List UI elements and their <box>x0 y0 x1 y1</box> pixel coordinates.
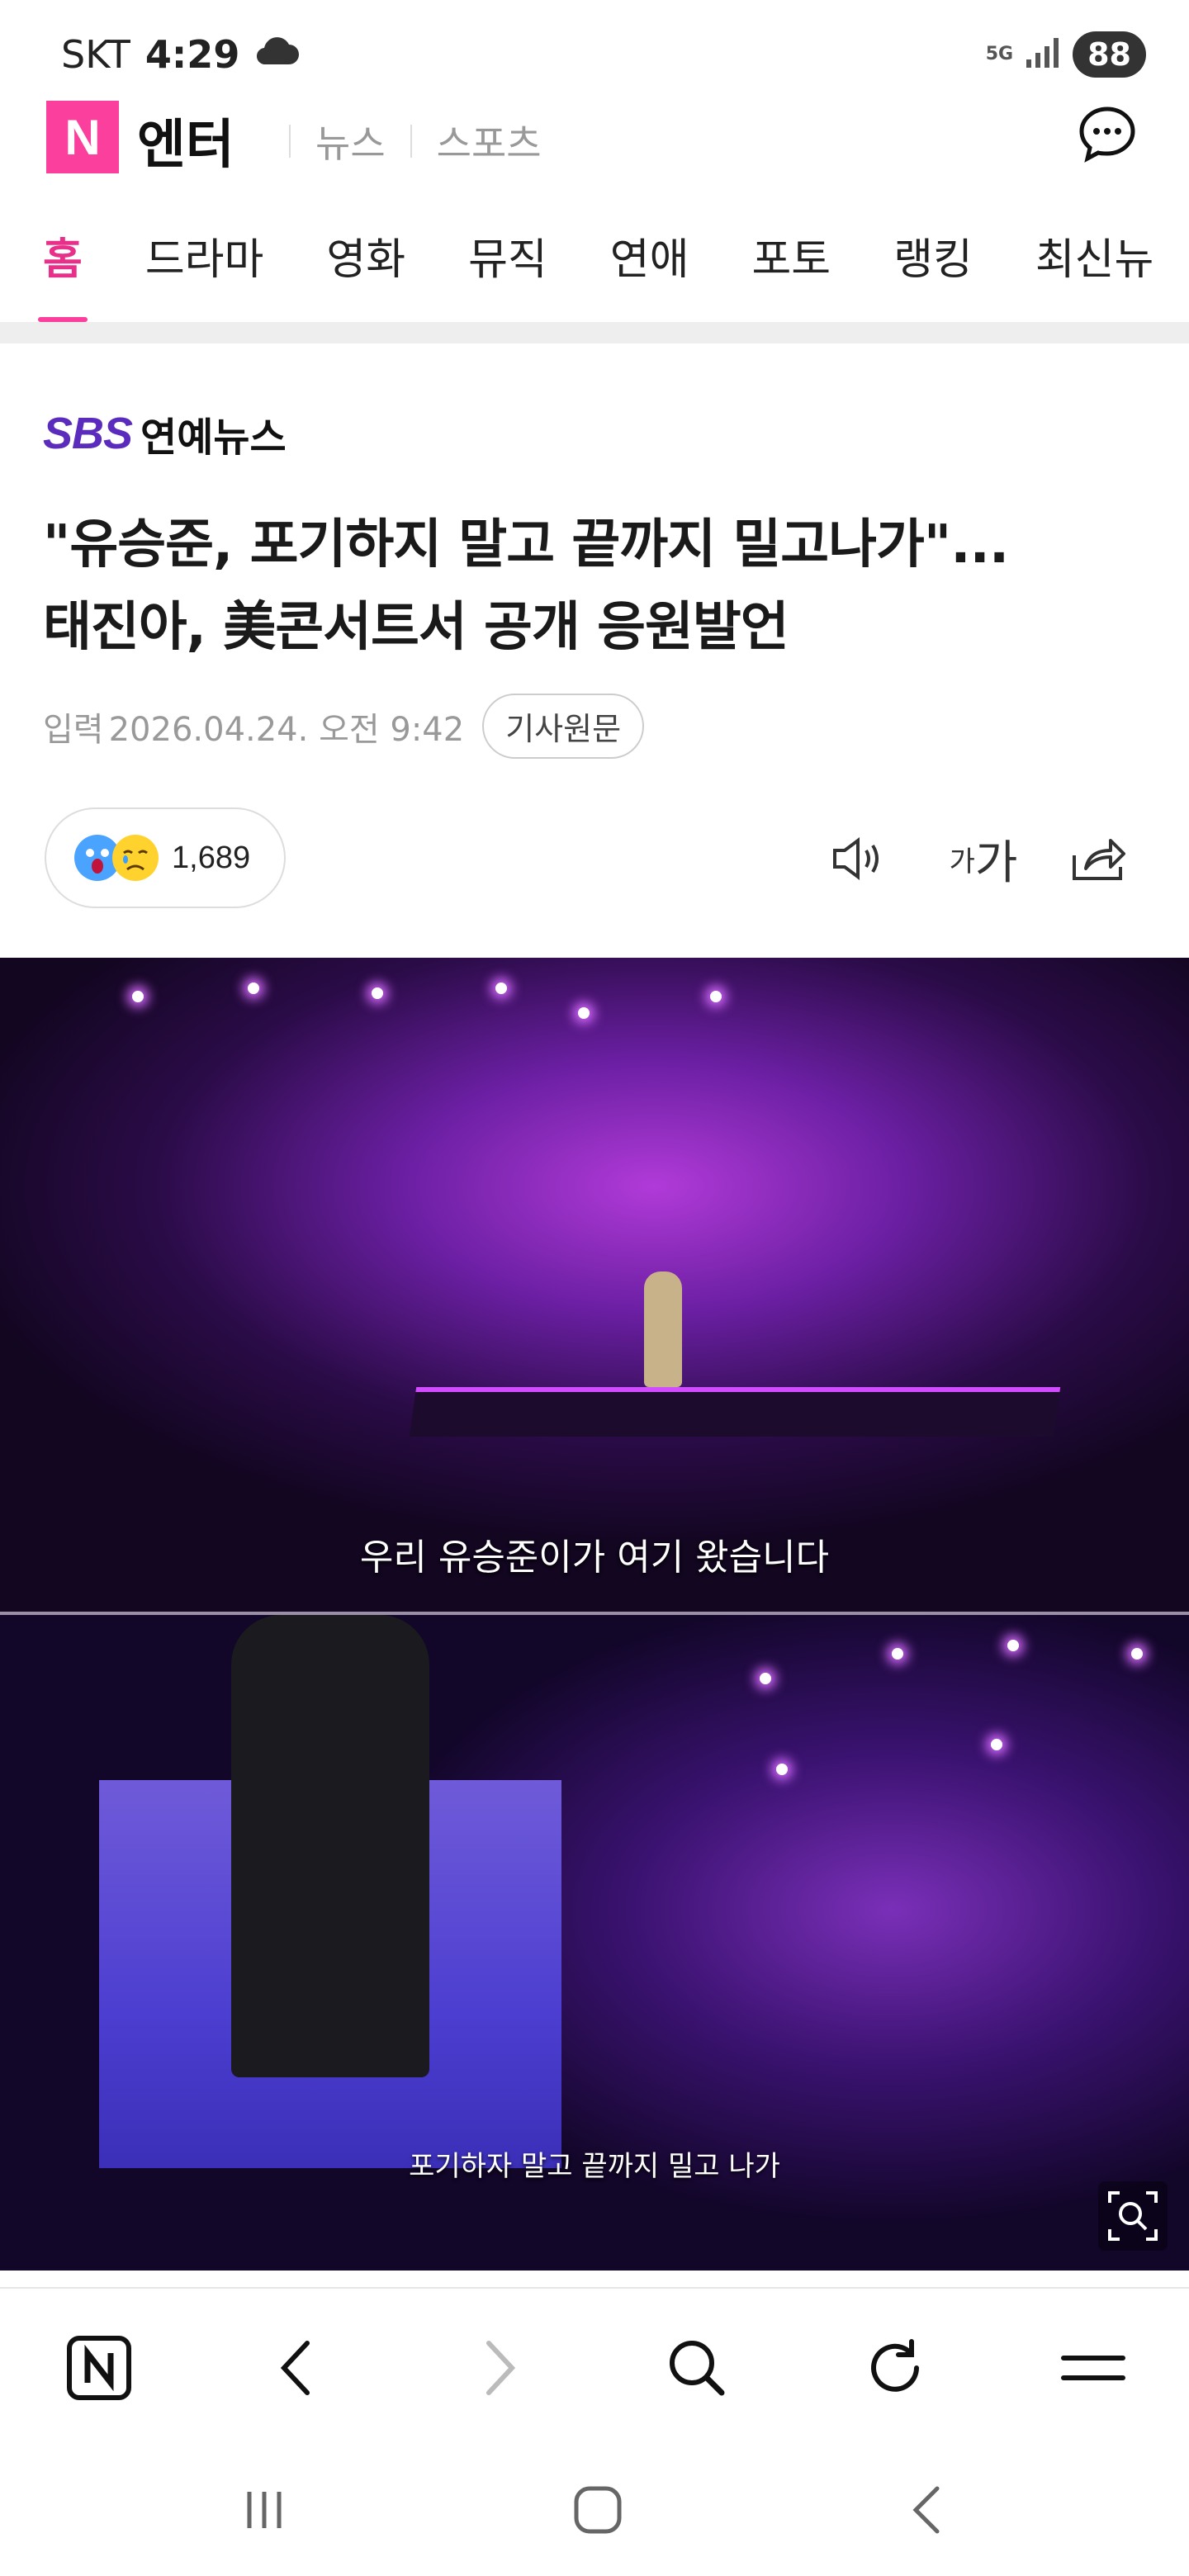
separator <box>289 125 291 158</box>
stage-light <box>991 1739 1002 1750</box>
video-subtitle-bottom: 포기하자 말고 끝까지 밀고 나가 <box>409 2150 780 2183</box>
zoom-icon[interactable] <box>1098 2181 1168 2251</box>
section-divider <box>0 322 1189 343</box>
performer-closeup <box>231 1615 429 2077</box>
naver-logo[interactable]: N <box>46 101 119 173</box>
system-navigation-bar <box>0 2444 1189 2576</box>
category-tabs: 홈 드라마 영화 뮤직 연애 포토 랭킹 최신뉴 <box>0 198 1189 322</box>
chat-bubble-icon[interactable] <box>1077 104 1138 165</box>
separator <box>410 125 412 158</box>
stage-light <box>578 1007 590 1019</box>
brand-title[interactable]: 엔터 <box>137 102 234 178</box>
concert-image-top: 우리 유승준이가 여기 왔습니다 <box>0 958 1189 1612</box>
stage-light <box>710 991 722 1002</box>
header-links: 뉴스 스포츠 <box>264 114 542 168</box>
back-icon[interactable] <box>888 2477 968 2543</box>
article-title: "유승준, 포기하지 말고 끝까지 밀고나가"... 태진아, 美콘서트서 공개… <box>43 504 1133 669</box>
press-sub-name: 연예뉴스 <box>140 414 287 461</box>
tab-photo[interactable]: 포토 <box>751 198 831 322</box>
sbs-logo: SBS <box>43 409 133 458</box>
tab-entertainment[interactable]: 연애 <box>610 198 689 322</box>
recent-apps-icon[interactable] <box>225 2477 304 2543</box>
carrier-name: SKT <box>61 31 130 77</box>
stage-light <box>132 991 144 1002</box>
stage <box>409 1387 1061 1437</box>
search-icon[interactable] <box>657 2328 737 2408</box>
home-icon[interactable] <box>558 2477 637 2543</box>
refresh-icon[interactable] <box>855 2328 935 2408</box>
stage-light <box>372 987 383 999</box>
clock: 4:29 <box>144 31 240 77</box>
performer-silhouette <box>644 1271 682 1387</box>
stage-light <box>248 983 259 994</box>
header-link-news[interactable]: 뉴스 <box>315 114 386 168</box>
stage-light <box>495 983 507 994</box>
article-title-line2: 태진아, 美콘서트서 공개 응원발언 <box>43 597 789 658</box>
tab-drama[interactable]: 드라마 <box>145 198 264 322</box>
input-label: 입력 <box>43 710 104 749</box>
stage-light <box>1007 1640 1019 1651</box>
battery-badge: 88 <box>1073 31 1146 78</box>
article-title-line1: "유승준, 포기하지 말고 끝까지 밀고나가"... <box>43 514 1009 575</box>
hamburger-icon[interactable] <box>1054 2328 1133 2408</box>
stage-light <box>776 1764 788 1775</box>
header-link-sports[interactable]: 스포츠 <box>437 114 542 168</box>
stage-light <box>1131 1648 1143 1660</box>
sad-emoji-icon <box>112 835 159 881</box>
signal-icon <box>1025 36 1061 73</box>
tab-ranking[interactable]: 랭킹 <box>893 198 973 322</box>
app-header: N 엔터 뉴스 스포츠 <box>0 92 1189 183</box>
status-bar: SKT 4:29 5G 88 <box>0 0 1189 91</box>
cloud-icon <box>254 31 301 77</box>
tab-movie[interactable]: 영화 <box>326 198 405 322</box>
share-icon[interactable] <box>1065 826 1131 892</box>
original-article-button[interactable]: 기사원문 <box>482 694 645 759</box>
tab-latest[interactable]: 최신뉴 <box>1035 198 1154 322</box>
font-large-glyph: 가 <box>974 836 1018 890</box>
concert-image-bottom: 포기하자 말고 끝까지 밀고 나가 <box>0 1615 1189 2271</box>
font-small-glyph: 가 <box>949 845 975 878</box>
article-image[interactable]: 우리 유승준이가 여기 왔습니다 포기하자 말고 끝까지 밀고 나가 <box>0 958 1189 2271</box>
video-subtitle-top: 우리 유승준이가 여기 왔습니다 <box>359 1537 830 1579</box>
publish-date: 2026.04.24. 오전 9:42 <box>108 710 465 749</box>
tab-music[interactable]: 뮤직 <box>468 198 547 322</box>
font-size-button[interactable]: 가가 <box>946 826 1021 892</box>
tab-home[interactable]: 홈 <box>38 198 88 322</box>
speaker-icon[interactable] <box>826 826 892 892</box>
network-5g-icon: 5G <box>985 44 1014 64</box>
article-meta: 입력 2026.04.24. 오전 9:42 기사원문 <box>43 694 645 759</box>
stage-light <box>760 1673 771 1684</box>
press-logo[interactable]: SBS 연예뉴스 <box>43 405 287 462</box>
reaction-count: 1,689 <box>172 840 251 875</box>
status-right: 5G 88 <box>986 31 1146 78</box>
chevron-right-icon[interactable] <box>459 2328 538 2408</box>
browser-toolbar <box>0 2287 1189 2444</box>
reaction-button[interactable]: 1,689 <box>45 807 286 908</box>
n-home-icon[interactable] <box>59 2328 139 2408</box>
stage-light <box>892 1648 903 1660</box>
status-left: SKT 4:29 <box>61 31 301 77</box>
chevron-left-icon[interactable] <box>258 2328 337 2408</box>
